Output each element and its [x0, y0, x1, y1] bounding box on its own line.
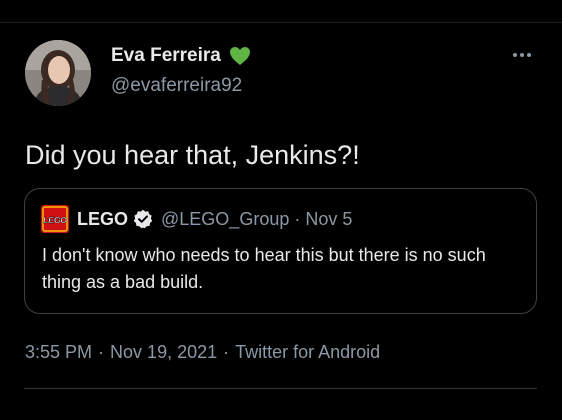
quoted-tweet-header: LEGO LEGO @LEGO_Group · Nov 5	[41, 205, 352, 233]
top-divider	[0, 22, 562, 23]
tweet-date[interactable]: Nov 19, 2021	[110, 340, 217, 364]
author-name-row: Eva Ferreira	[111, 44, 251, 68]
tweet-text: Did you hear that, Jenkins?!	[25, 140, 360, 170]
author-display-name[interactable]: Eva Ferreira	[111, 44, 221, 68]
bottom-divider	[24, 388, 537, 389]
tweet-time[interactable]: 3:55 PM	[25, 340, 92, 364]
quoted-display-name[interactable]: LEGO	[77, 207, 128, 231]
quoted-tweet-card[interactable]: LEGO LEGO @LEGO_Group · Nov 5 I don't kn…	[24, 188, 537, 314]
author-handle[interactable]: @evaferreira92	[111, 74, 242, 98]
meta-separator: ·	[98, 342, 105, 362]
tweet-source[interactable]: Twitter for Android	[235, 340, 380, 364]
svg-text:LEGO: LEGO	[43, 215, 67, 225]
tweet-meta: 3:55 PM · Nov 19, 2021 · Twitter for And…	[25, 340, 380, 364]
quoted-separator: ·	[294, 209, 301, 229]
lego-logo-icon: LEGO	[41, 205, 69, 233]
quoted-date[interactable]: Nov 5	[305, 207, 352, 231]
quoted-tweet-text: I don't know who needs to hear this but …	[42, 245, 486, 292]
green-heart-icon	[229, 46, 251, 66]
avatar[interactable]	[25, 40, 91, 106]
quoted-handle[interactable]: @LEGO_Group	[161, 207, 289, 231]
avatar-image	[25, 40, 91, 106]
meta-separator: ·	[223, 342, 230, 362]
verified-badge-icon	[133, 209, 153, 229]
more-options-icon[interactable]	[513, 50, 535, 60]
